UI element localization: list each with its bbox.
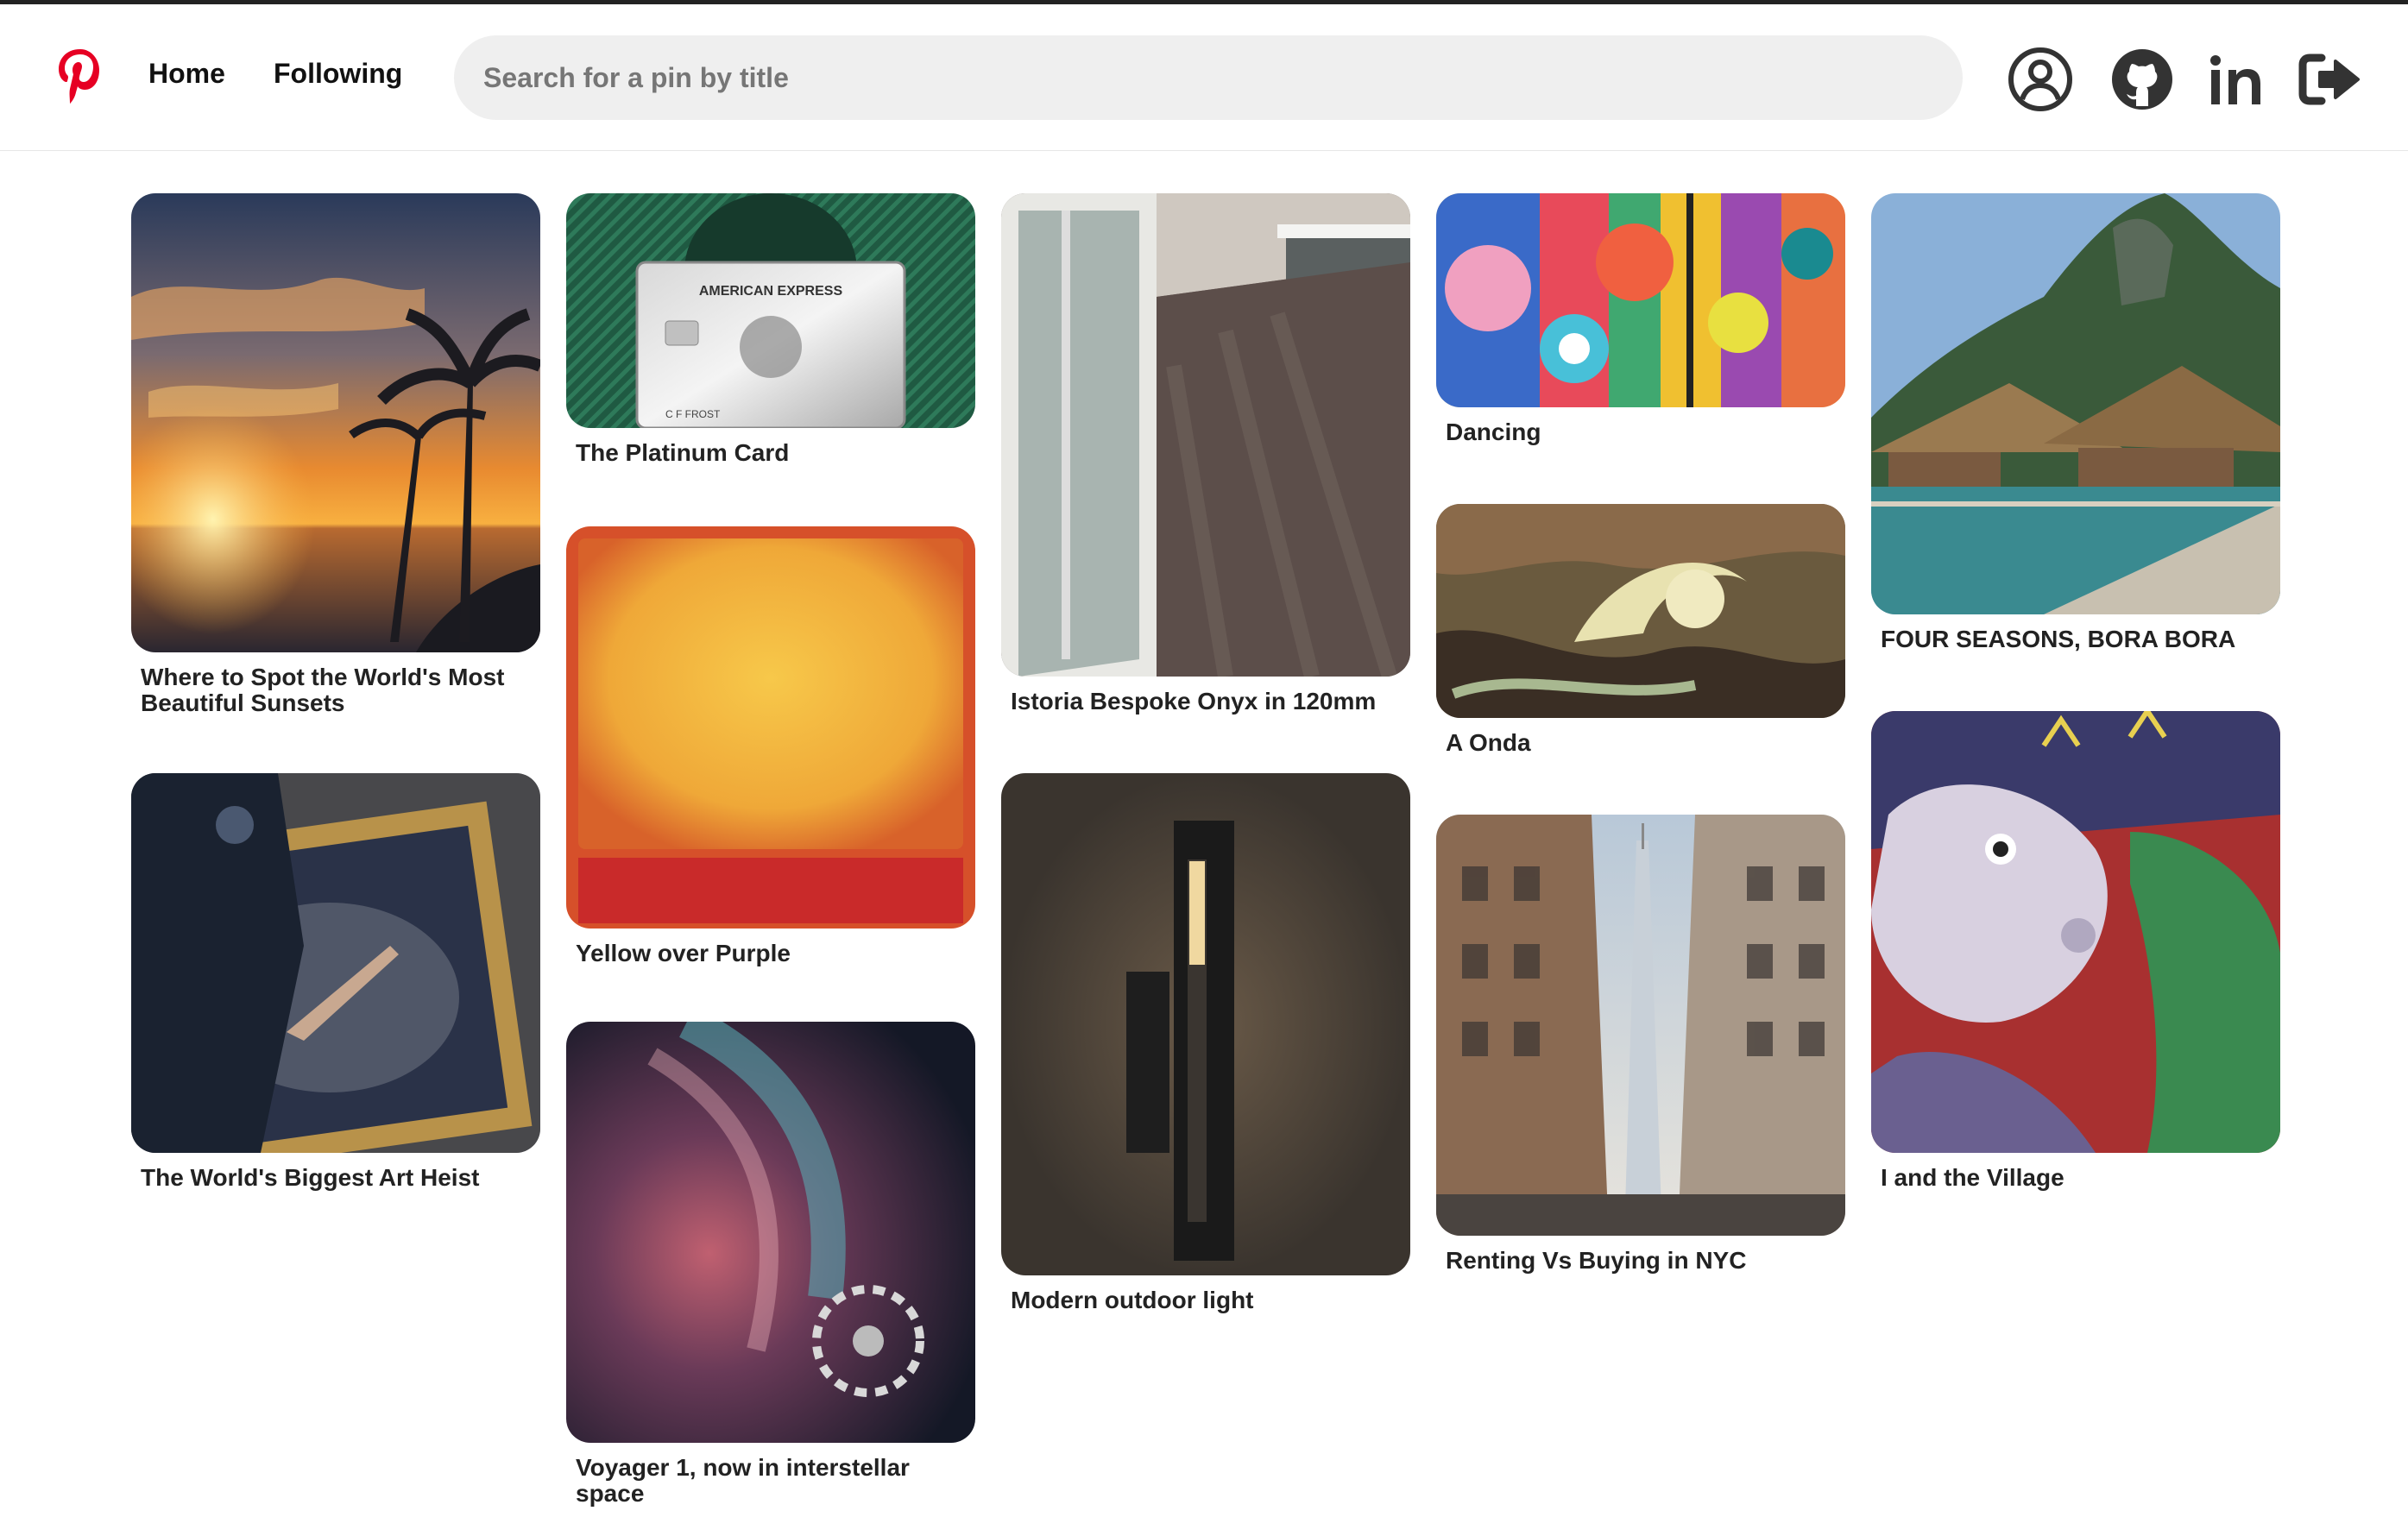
profile-icon[interactable] [2007, 46, 2074, 113]
github-icon[interactable] [2109, 46, 2176, 113]
art-heist-photo[interactable] [131, 773, 540, 1153]
wall-light-photo[interactable] [1001, 773, 1410, 1275]
pin-title: Voyager 1, now in interstellar space [576, 1454, 910, 1507]
chagall-painting[interactable] [1871, 711, 2280, 1153]
pin-card[interactable]: I and the Village [1871, 711, 2280, 1191]
logout-icon[interactable] [2296, 46, 2363, 113]
pin-title: Yellow over Purple [576, 940, 791, 966]
card-brand-text: AMERICAN EXPRESS [699, 284, 843, 299]
pin-card[interactable]: Dancing [1436, 193, 1845, 445]
pin-card[interactable]: A Onda [1436, 504, 1845, 756]
space-photo[interactable] [566, 1022, 975, 1443]
pin-card[interactable]: AMERICAN EXPRESS C F FROST The Platinum … [566, 193, 975, 466]
pin-title: Renting Vs Buying in NYC [1446, 1247, 1747, 1274]
nav-following-link[interactable]: Following [274, 58, 402, 90]
nyc-street-photo[interactable] [1436, 815, 1845, 1236]
floor-photo[interactable] [1001, 193, 1410, 677]
pin-card[interactable]: Yellow over Purple [566, 526, 975, 966]
card-name-text: C F FROST [665, 408, 721, 420]
pin-title: The World's Biggest Art Heist [141, 1164, 480, 1191]
pin-card[interactable]: Istoria Bespoke Onyx in 120mm [1001, 193, 1410, 714]
pin-card[interactable]: FOUR SEASONS, BORA BORA [1871, 193, 2280, 652]
pin-card[interactable]: Where to Spot the World's Most Beautiful… [131, 193, 540, 716]
wave-painting[interactable] [1436, 504, 1845, 718]
pin-title: Dancing [1446, 419, 1541, 445]
pin-title: FOUR SEASONS, BORA BORA [1881, 626, 2236, 652]
pin-title: The Platinum Card [576, 439, 790, 466]
pin-title: A Onda [1446, 729, 1531, 756]
pin-card[interactable]: Voyager 1, now in interstellar space [566, 1022, 975, 1507]
pin-card[interactable]: Renting Vs Buying in NYC [1436, 815, 1845, 1274]
linkedin-icon[interactable] [2203, 46, 2271, 113]
sunset-photo[interactable] [131, 193, 540, 652]
search-input[interactable] [454, 35, 1963, 120]
pin-card[interactable]: The World's Biggest Art Heist [131, 773, 540, 1191]
pin-title: Modern outdoor light [1011, 1287, 1254, 1313]
pinterest-logo-icon[interactable] [54, 46, 107, 106]
abstract-painting[interactable] [1436, 193, 1845, 407]
rothko-painting[interactable] [566, 526, 975, 929]
pin-title: Where to Spot the World's Most Beautiful… [141, 664, 505, 716]
pin-card[interactable]: Modern outdoor light [1001, 773, 1410, 1313]
amex-card-photo[interactable]: AMERICAN EXPRESS C F FROST [566, 193, 975, 428]
nav-home-link[interactable]: Home [148, 58, 225, 90]
bora-bora-photo[interactable] [1871, 193, 2280, 614]
pin-title: I and the Village [1881, 1164, 2064, 1191]
pin-title: Istoria Bespoke Onyx in 120mm [1011, 688, 1377, 714]
header: Home Following [0, 4, 2408, 151]
